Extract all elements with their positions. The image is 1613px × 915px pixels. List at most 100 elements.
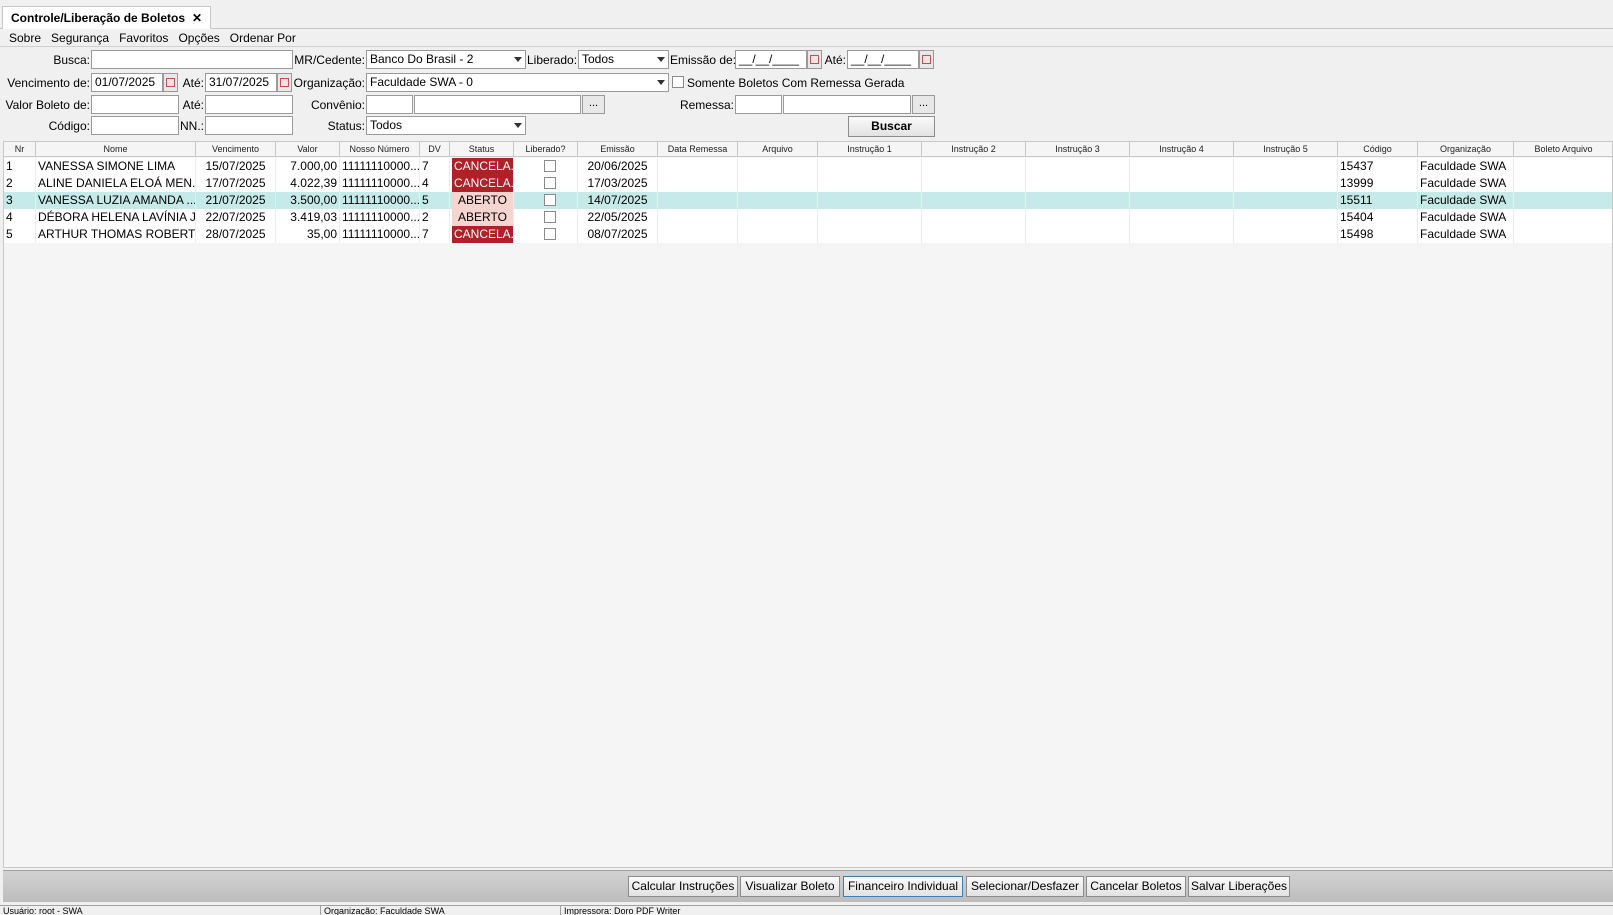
valor-ate-input[interactable] — [205, 95, 293, 114]
col-boleto-arquivo[interactable]: Boleto Arquivo — [1514, 142, 1612, 157]
liberado-checkbox[interactable] — [544, 228, 556, 240]
col-vencimento[interactable]: Vencimento — [196, 142, 276, 157]
cell-organizacao: Faculdade SWA — [1418, 158, 1514, 175]
busca-label: Busca: — [53, 53, 90, 67]
vencimento-ate-input[interactable]: 31/07/2025 — [205, 73, 277, 92]
tab-controle-boletos[interactable]: Controle/Liberação de Boletos ✕ — [2, 6, 212, 29]
calendar-icon[interactable] — [163, 73, 178, 92]
close-icon[interactable]: ✕ — [192, 11, 202, 25]
mr-cedente-label: MR/Cedente: — [294, 53, 365, 67]
cell-instrucao-1 — [818, 192, 922, 209]
col-liberado[interactable]: Liberado? — [514, 142, 578, 157]
col-nome[interactable]: Nome — [36, 142, 196, 157]
mr-cedente-select[interactable]: Banco Do Brasil - 2 — [366, 50, 526, 69]
chevron-down-icon — [514, 123, 522, 128]
salvar-liberacoes-button[interactable]: Salvar Liberações — [1188, 876, 1290, 897]
codigo-input[interactable] — [91, 116, 179, 135]
col-instrucao-1[interactable]: Instrução 1 — [818, 142, 922, 157]
status-badge: CANCELA... — [452, 226, 514, 243]
vencimento-de-input[interactable]: 01/07/2025 — [91, 73, 163, 92]
cell-valor: 3.500,00 — [276, 192, 340, 209]
nn-input[interactable] — [205, 116, 293, 135]
menu-sobre[interactable]: Sobre — [9, 31, 41, 45]
cell-boleto-arquivo — [1514, 158, 1612, 175]
cancelar-boletos-button[interactable]: Cancelar Boletos — [1086, 876, 1186, 897]
col-arquivo[interactable]: Arquivo — [738, 142, 818, 157]
col-instrucao-2[interactable]: Instrução 2 — [922, 142, 1026, 157]
vencimento-label: Vencimento de: — [7, 76, 90, 90]
table-row[interactable]: 5 ARTHUR THOMAS ROBERT... 28/07/2025 35,… — [4, 226, 1612, 243]
emissao-ate-input[interactable]: __/__/____ — [847, 50, 919, 69]
convenio-label: Convênio: — [310, 98, 365, 112]
remessa-desc-input[interactable] — [783, 95, 911, 114]
col-nr[interactable]: Nr — [4, 142, 36, 157]
cell-emissao: 17/03/2025 — [578, 175, 658, 192]
col-nosso-numero[interactable]: Nosso Número — [340, 142, 420, 157]
status-badge: ABERTO — [452, 209, 514, 226]
liberado-select[interactable]: Todos — [578, 50, 669, 69]
cell-nr: 5 — [4, 226, 36, 243]
calendar-icon[interactable] — [807, 50, 822, 69]
menu-favoritos[interactable]: Favoritos — [119, 31, 168, 45]
cell-arquivo — [738, 175, 818, 192]
col-instrucao-5[interactable]: Instrução 5 — [1234, 142, 1338, 157]
cell-vencimento: 21/07/2025 — [196, 192, 276, 209]
vencimento-ate-label: Até: — [182, 76, 204, 90]
liberado-checkbox[interactable] — [544, 177, 556, 189]
cell-vencimento: 22/07/2025 — [196, 209, 276, 226]
emissao-de-input[interactable]: __/__/____ — [735, 50, 807, 69]
menu-seguranca[interactable]: Segurança — [51, 31, 109, 45]
cell-boleto-arquivo — [1514, 192, 1612, 209]
table-row[interactable]: 1 VANESSA SIMONE LIMA 15/07/2025 7.000,0… — [4, 158, 1612, 175]
col-dv[interactable]: DV — [420, 142, 450, 157]
menu-opcoes[interactable]: Opções — [178, 31, 219, 45]
cell-liberado — [514, 175, 578, 192]
remessa-label: Remessa: — [679, 98, 734, 112]
calcular-instrucoes-button[interactable]: Calcular Instruções — [628, 876, 738, 897]
cell-dv: 7 — [420, 226, 450, 243]
organizacao-select[interactable]: Faculdade SWA - 0 — [366, 73, 669, 92]
buscar-button[interactable]: Buscar — [848, 116, 935, 137]
remessa-code-input[interactable] — [735, 95, 782, 114]
cell-valor: 4.022,39 — [276, 175, 340, 192]
visualizar-boleto-button[interactable]: Visualizar Boleto — [740, 876, 840, 897]
financeiro-individual-button[interactable]: Financeiro Individual — [843, 876, 963, 897]
col-emissao[interactable]: Emissão — [578, 142, 658, 157]
status-select[interactable]: Todos — [366, 116, 526, 135]
status-badge: CANCELA... — [452, 175, 514, 192]
liberado-checkbox[interactable] — [544, 160, 556, 172]
col-valor[interactable]: Valor — [276, 142, 340, 157]
calendar-icon[interactable] — [919, 50, 934, 69]
remessa-lookup-button[interactable]: ... — [912, 95, 935, 114]
cell-nome: ARTHUR THOMAS ROBERT... — [38, 226, 196, 243]
cell-nosso-numero: 11111110000... — [342, 226, 420, 243]
cell-instrucao-1 — [818, 158, 922, 175]
menu-ordenar-por[interactable]: Ordenar Por — [230, 31, 296, 45]
cell-codigo: 15498 — [1338, 226, 1418, 243]
busca-input[interactable] — [91, 50, 293, 69]
selecionar-desfazer-button[interactable]: Selecionar/Desfazer — [966, 876, 1084, 897]
somente-remessa-checkbox[interactable] — [672, 76, 684, 88]
liberado-checkbox[interactable] — [544, 211, 556, 223]
col-codigo[interactable]: Código — [1338, 142, 1418, 157]
table-row-selected[interactable]: 3 VANESSA LUZIA AMANDA ... 21/07/2025 3.… — [4, 192, 1612, 209]
col-organizacao[interactable]: Organização — [1418, 142, 1514, 157]
table-row[interactable]: 2 ALINE DANIELA ELOÁ MEN... 17/07/2025 4… — [4, 175, 1612, 192]
table-header: Nr Nome Vencimento Valor Nosso Número DV… — [4, 142, 1612, 157]
cell-instrucao-2 — [922, 158, 1026, 175]
table-row[interactable]: 4 DÉBORA HELENA LAVÍNIA J... 22/07/2025 … — [4, 209, 1612, 226]
cell-boleto-arquivo — [1514, 226, 1612, 243]
col-instrucao-4[interactable]: Instrução 4 — [1130, 142, 1234, 157]
convenio-desc-input[interactable] — [414, 95, 581, 114]
convenio-code-input[interactable] — [366, 95, 413, 114]
col-data-remessa[interactable]: Data Remessa — [658, 142, 738, 157]
valor-de-input[interactable] — [91, 95, 179, 114]
status-value: Todos — [370, 118, 403, 132]
calendar-icon[interactable] — [277, 73, 292, 92]
filter-panel: Busca: MR/Cedente: Banco Do Brasil - 2 L… — [0, 47, 1613, 141]
liberado-checkbox[interactable] — [544, 194, 556, 206]
cell-instrucao-2 — [922, 175, 1026, 192]
col-instrucao-3[interactable]: Instrução 3 — [1026, 142, 1130, 157]
convenio-lookup-button[interactable]: ... — [582, 95, 605, 114]
col-status[interactable]: Status — [450, 142, 514, 157]
